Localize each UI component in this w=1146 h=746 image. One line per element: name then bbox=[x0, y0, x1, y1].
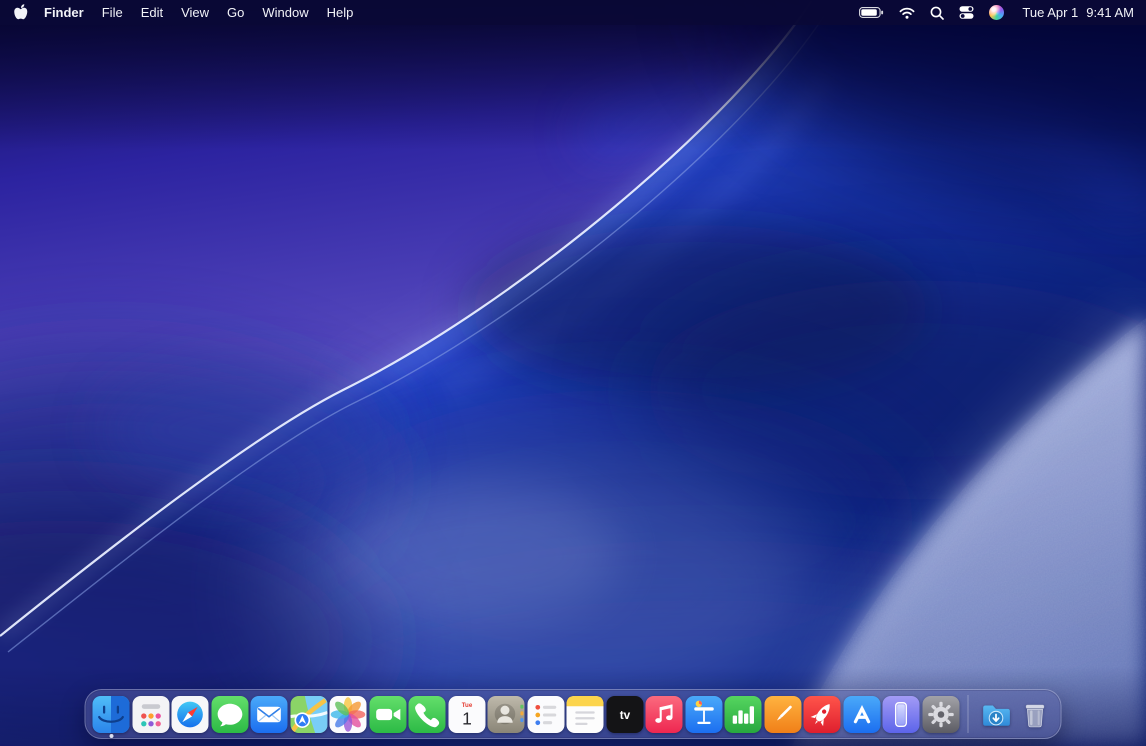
menu-bar: Finder File Edit View Go Window Help bbox=[0, 0, 1146, 25]
system-settings-icon bbox=[922, 696, 959, 733]
music-icon bbox=[646, 696, 683, 733]
desktop: { "menu_bar": { "app_menu": "Finder", "m… bbox=[0, 0, 1146, 746]
menu-help[interactable]: Help bbox=[318, 5, 363, 20]
dock-item-finder[interactable] bbox=[93, 696, 130, 733]
messages-icon bbox=[211, 696, 248, 733]
menu-bar-status: Tue Apr 1 9:41 AM bbox=[859, 5, 1134, 20]
dock-item-reminders[interactable] bbox=[527, 696, 564, 733]
notes-icon bbox=[567, 696, 604, 733]
dock-item-contacts[interactable] bbox=[488, 696, 525, 733]
dock-item-photos[interactable] bbox=[330, 696, 367, 733]
dock: Tue 1 bbox=[85, 689, 1062, 739]
dock-item-app-store[interactable] bbox=[843, 696, 880, 733]
launchpad-icon bbox=[132, 696, 169, 733]
menu-file[interactable]: File bbox=[93, 5, 132, 20]
mail-icon bbox=[251, 696, 288, 733]
dock-item-music[interactable] bbox=[646, 696, 683, 733]
apple-logo-icon bbox=[14, 4, 28, 21]
wifi-icon[interactable] bbox=[899, 6, 915, 19]
dock-item-messages[interactable] bbox=[211, 696, 248, 733]
menu-window[interactable]: Window bbox=[253, 5, 317, 20]
menu-edit[interactable]: Edit bbox=[132, 5, 172, 20]
siri-icon[interactable] bbox=[989, 5, 1004, 20]
dock-item-facetime[interactable] bbox=[369, 696, 406, 733]
wallpaper-art bbox=[0, 0, 1146, 746]
pages-icon bbox=[764, 696, 801, 733]
keynote-icon bbox=[685, 696, 722, 733]
dock-item-system-settings[interactable] bbox=[922, 696, 959, 733]
dock-item-launchpad[interactable] bbox=[132, 696, 169, 733]
dock-item-apple-tv[interactable]: tv bbox=[606, 696, 643, 733]
dock-item-games[interactable] bbox=[804, 696, 841, 733]
reminders-icon bbox=[527, 696, 564, 733]
control-center-icon[interactable] bbox=[959, 5, 974, 20]
dock-item-safari[interactable] bbox=[172, 696, 209, 733]
finder-icon bbox=[93, 696, 130, 733]
menu-bar-clock[interactable]: Tue Apr 1 9:41 AM bbox=[1022, 5, 1134, 20]
menu-view[interactable]: View bbox=[172, 5, 218, 20]
downloads-folder-icon bbox=[977, 696, 1014, 733]
dock-item-keynote[interactable] bbox=[685, 696, 722, 733]
app-menu-finder[interactable]: Finder bbox=[35, 5, 93, 20]
dock-item-maps[interactable] bbox=[290, 696, 327, 733]
dock-item-phone[interactable] bbox=[409, 696, 446, 733]
maps-icon bbox=[290, 696, 327, 733]
app-store-icon bbox=[843, 696, 880, 733]
battery-icon[interactable] bbox=[859, 6, 884, 19]
facetime-icon bbox=[369, 696, 406, 733]
menu-bar-time: 9:41 AM bbox=[1086, 5, 1134, 20]
search-icon[interactable] bbox=[930, 6, 944, 20]
safari-icon bbox=[172, 696, 209, 733]
dock-divider bbox=[968, 695, 969, 733]
trash-icon bbox=[1017, 696, 1054, 733]
dock-item-iphone-mirroring[interactable] bbox=[883, 696, 920, 733]
phone-icon bbox=[409, 696, 446, 733]
dock-item-downloads[interactable] bbox=[977, 696, 1014, 733]
dock-item-numbers[interactable] bbox=[725, 696, 762, 733]
dock-item-pages[interactable] bbox=[764, 696, 801, 733]
apple-tv-icon: tv bbox=[606, 696, 643, 733]
running-indicator bbox=[109, 734, 113, 738]
games-icon bbox=[804, 696, 841, 733]
tv-label: tv bbox=[619, 708, 630, 722]
photos-icon bbox=[330, 696, 367, 733]
apple-menu[interactable] bbox=[12, 4, 32, 21]
dock-item-notes[interactable] bbox=[567, 696, 604, 733]
contacts-icon bbox=[488, 696, 525, 733]
numbers-icon bbox=[725, 696, 762, 733]
dock-item-mail[interactable] bbox=[251, 696, 288, 733]
iphone-mirroring-icon bbox=[883, 696, 920, 733]
dock-item-trash[interactable] bbox=[1017, 696, 1054, 733]
calendar-day: 1 bbox=[462, 708, 472, 728]
calendar-icon: Tue 1 bbox=[448, 696, 485, 733]
menu-go[interactable]: Go bbox=[218, 5, 253, 20]
menu-bar-date: Tue Apr 1 bbox=[1022, 5, 1078, 20]
menu-bar-menus: Finder File Edit View Go Window Help bbox=[12, 4, 362, 21]
dock-item-calendar[interactable]: Tue 1 bbox=[448, 696, 485, 733]
